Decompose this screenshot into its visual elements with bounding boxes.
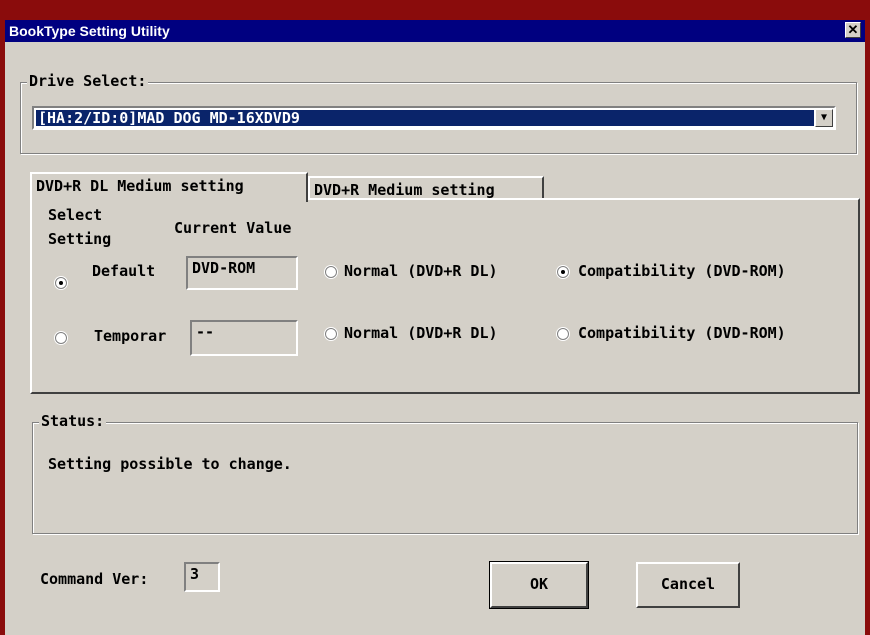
temporary-current-value: -- [190, 320, 298, 356]
default-select-radio[interactable] [55, 277, 67, 289]
cancel-button[interactable]: Cancel [636, 562, 740, 608]
default-label: Default [92, 262, 156, 280]
temporary-normal-label: Normal (DVD+R DL) [344, 324, 498, 342]
default-current-value: DVD-ROM [186, 256, 298, 290]
select-setting-header-line2: Setting [48, 230, 112, 248]
default-compatibility-radio[interactable] [557, 266, 569, 278]
drive-select-label: Drive Select: [27, 72, 149, 90]
window-title: BookType Setting Utility [9, 23, 170, 39]
temporary-label: Temporar [94, 327, 167, 345]
temporary-compatibility-label: Compatibility (DVD-ROM) [578, 324, 786, 342]
drive-select-value: [HA:2/ID:0]MAD DOG MD-16XDVD9 [36, 110, 814, 126]
tab-label: DVD+R Medium setting [314, 181, 495, 199]
select-setting-header-line1: Select [48, 206, 103, 224]
ok-button-label: OK [529, 575, 549, 593]
default-normal-label: Normal (DVD+R DL) [344, 262, 498, 280]
title-bar[interactable]: BookType Setting Utility ✕ [5, 20, 865, 42]
status-label: Status: [39, 412, 107, 430]
close-icon: ✕ [847, 22, 859, 37]
command-ver-label: Command Ver: [40, 570, 149, 588]
status-group: Status: [32, 412, 858, 534]
default-normal-radio[interactable] [325, 266, 337, 278]
drive-select-dropdown[interactable]: [HA:2/ID:0]MAD DOG MD-16XDVD9 ▼ [32, 106, 836, 130]
default-compatibility-label: Compatibility (DVD-ROM) [578, 262, 786, 280]
tab-dvd-r-medium-setting[interactable]: DVD+R Medium setting [308, 176, 544, 200]
tab-dvd-r-dl-medium-setting[interactable]: DVD+R DL Medium setting [30, 172, 308, 202]
command-ver-value: 3 [190, 565, 200, 583]
close-button[interactable]: ✕ [845, 22, 861, 38]
dropdown-button[interactable]: ▼ [815, 109, 833, 127]
current-value-header: Current Value [174, 219, 292, 237]
temporary-normal-radio[interactable] [325, 328, 337, 340]
command-ver-field: 3 [184, 562, 220, 592]
temporary-current-value-text: -- [196, 323, 215, 341]
default-current-value-text: DVD-ROM [192, 259, 256, 277]
chevron-down-icon: ▼ [820, 112, 828, 123]
temporary-select-radio[interactable] [55, 332, 67, 344]
status-message: Setting possible to change. [48, 455, 292, 473]
tab-panel [30, 198, 860, 394]
app-window: BookType Setting Utility ✕ Drive Select:… [0, 0, 870, 635]
cancel-button-label: Cancel [660, 575, 716, 593]
temporary-compatibility-radio[interactable] [557, 328, 569, 340]
ok-button[interactable]: OK [489, 561, 589, 609]
tab-label: DVD+R DL Medium setting [36, 177, 244, 195]
